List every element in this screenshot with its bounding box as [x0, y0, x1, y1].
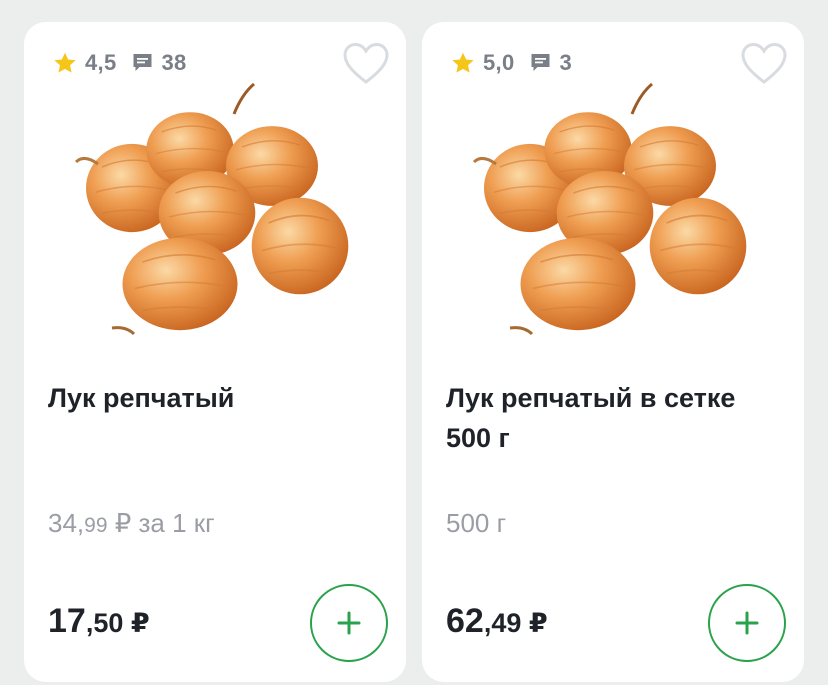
rating-value: 4,5: [85, 50, 117, 75]
price-frac: ,50: [85, 608, 124, 638]
star-icon: [452, 52, 474, 73]
comment-icon: [531, 54, 550, 71]
price: 62,49 ₽: [446, 602, 548, 641]
product-image: [74, 82, 350, 336]
unit-price-int: 500 г: [446, 508, 507, 538]
product-title[interactable]: Лук репчатый в сетке 500 г: [446, 378, 786, 458]
rating-row: 5,0 3: [450, 48, 572, 78]
price-currency: ₽: [123, 608, 150, 638]
plus-icon: [337, 611, 361, 635]
comment-icon: [133, 54, 152, 71]
unit-price-int: 34,: [48, 508, 85, 538]
reviews-count: 3: [559, 50, 573, 75]
rating-row: 4,5 38: [52, 48, 187, 78]
product-card[interactable]: 5,0 3 Лук репчатый в сетке 500 г 500 г 6…: [422, 22, 804, 682]
add-to-cart-button[interactable]: [310, 584, 388, 662]
product-title[interactable]: Лук репчатый: [48, 378, 388, 418]
plus-icon: [735, 611, 759, 635]
reviews-count: 38: [161, 50, 187, 75]
unit-price-rest: ₽ за 1 кг: [107, 508, 215, 538]
product-image: [472, 82, 748, 336]
price-int: 62: [446, 602, 484, 640]
unit-price: 34,99 ₽ за 1 кг: [48, 508, 215, 539]
unit-price: 500 г: [446, 508, 506, 539]
price-currency: ₽: [521, 608, 548, 638]
price: 17,50 ₽: [48, 602, 150, 641]
unit-price-frac: 99: [84, 514, 108, 537]
price-frac: ,49: [483, 608, 522, 638]
product-card[interactable]: 4,5 38 Лук репчатый 34,99 ₽ за 1 кг 17,5…: [24, 22, 406, 682]
rating-value: 5,0: [483, 50, 515, 75]
add-to-cart-button[interactable]: [708, 584, 786, 662]
star-icon: [54, 52, 76, 73]
price-int: 17: [48, 602, 86, 640]
